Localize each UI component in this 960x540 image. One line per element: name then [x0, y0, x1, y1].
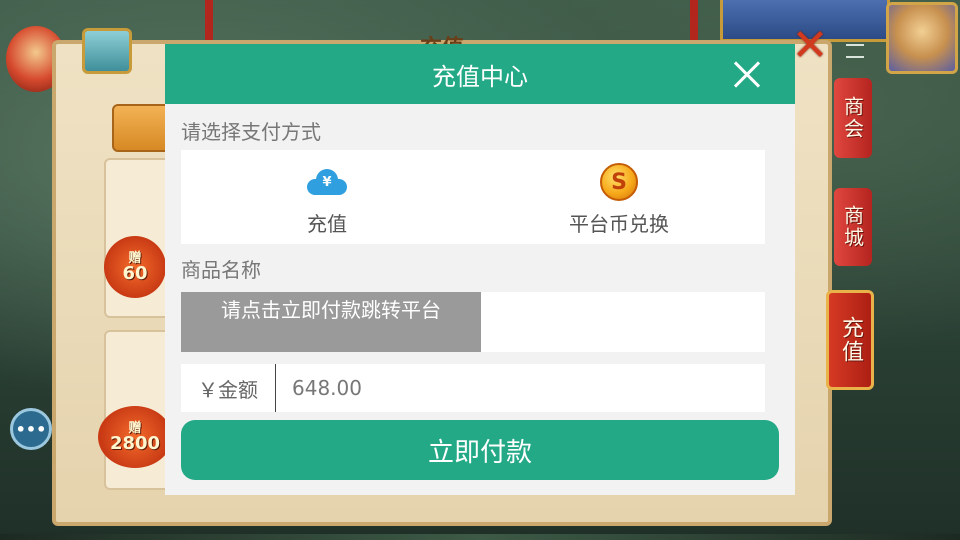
product-name-value: 请点击立即付款跳转平台	[181, 292, 481, 352]
product-name-label: 商品名称	[181, 258, 261, 282]
pay-option-label: 充值	[307, 212, 347, 236]
coin-glyph: S	[600, 163, 638, 201]
hero-portrait[interactable]	[886, 2, 958, 74]
pay-option-label: 平台币兑换	[569, 212, 669, 236]
recharge-dialog: 充值中心 请选择支付方式 ¥ 充值 S 平台币兑换 商品名称 请点击立即付款跳转…	[165, 44, 795, 495]
product-row: 请点击立即付款跳转平台	[181, 292, 765, 352]
side-tab-mall[interactable]: 商城	[834, 188, 872, 266]
chat-label: •••	[15, 419, 47, 439]
cloud-yen-icon: ¥	[307, 162, 347, 202]
pay-option-platform-coin[interactable]: S 平台币兑换	[473, 150, 765, 244]
bonus-value: 60	[122, 262, 148, 284]
pay-option-recharge[interactable]: ¥ 充值	[181, 150, 473, 244]
menu-icon[interactable]	[846, 44, 864, 58]
pay-method-row: ¥ 充值 S 平台币兑换	[181, 150, 765, 244]
dialog-title: 充值中心	[432, 62, 528, 91]
side-tab-guild[interactable]: 商会	[834, 78, 872, 158]
coin-icon: S	[599, 162, 639, 202]
side-tab-recharge[interactable]: 充值	[826, 290, 874, 390]
bottom-bar	[0, 534, 960, 540]
close-icon[interactable]	[727, 54, 767, 94]
chest-icon[interactable]	[82, 28, 132, 74]
yen-glyph: ¥	[322, 175, 332, 190]
bonus-badge: 赠 60	[104, 236, 166, 298]
bonus-value: 2800	[109, 432, 161, 454]
pay-now-button[interactable]: 立即付款	[181, 420, 779, 480]
bonus-badge: 赠 2800	[98, 406, 172, 468]
pillar-decoration	[205, 0, 213, 40]
pay-method-label: 请选择支付方式	[181, 120, 321, 144]
amount-row: ￥金额 648.00	[181, 364, 765, 412]
dialog-header: 充值中心	[165, 44, 795, 104]
pillar-decoration	[690, 0, 698, 40]
amount-label: ￥金额	[198, 377, 258, 402]
chat-icon[interactable]: •••	[10, 408, 52, 450]
amount-value: 648.00	[292, 376, 362, 400]
